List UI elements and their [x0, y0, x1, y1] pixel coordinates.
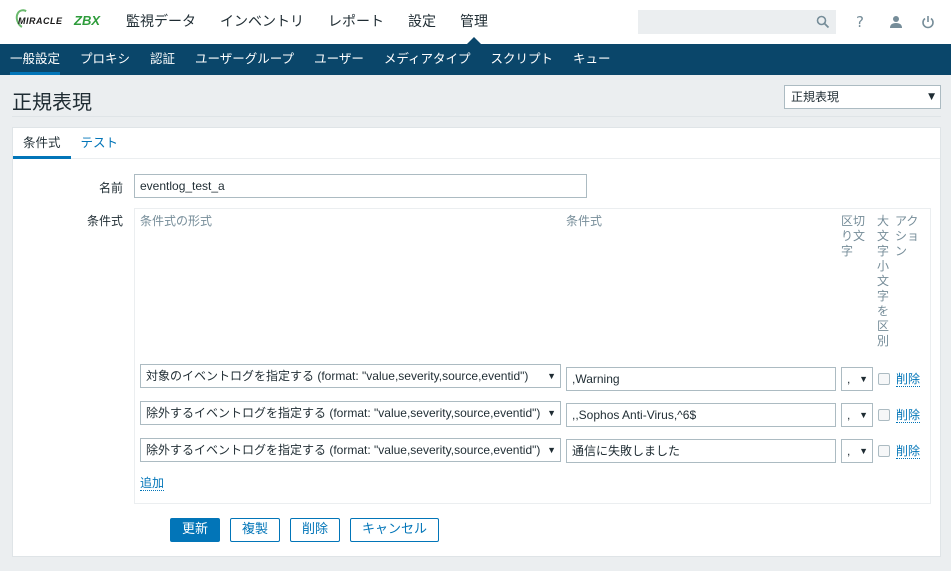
expression-type-select[interactable]: 除外するイベントログを指定する (format: "value,severity…	[140, 438, 561, 462]
chevron-down-icon: ▼	[859, 410, 868, 420]
main-nav-monitoring[interactable]: 監視データ	[114, 0, 208, 44]
chevron-down-icon: ▼	[859, 374, 868, 384]
delimiter-select[interactable]: , ▼	[841, 403, 873, 427]
page-type-select[interactable]: 正規表現 ▼	[784, 85, 941, 109]
search-icon[interactable]	[816, 15, 830, 29]
delimiter-value: ,	[847, 408, 851, 422]
tab-expressions[interactable]: 条件式	[13, 128, 71, 159]
expression-type-value: 対象のイベントログを指定する (format: "value,severity,…	[146, 369, 529, 383]
content-panel: 条件式 テスト 名前 eventlog_test_a 条件式 条件式の形式 条件…	[12, 127, 941, 557]
column-header-case-sensitive: 大文字小文字を区別	[877, 214, 890, 348]
chevron-down-icon: ▼	[547, 445, 556, 455]
top-header: MIRACLE ZBX 監視データ インベントリ レポート 設定 管理 ?	[0, 0, 951, 44]
delimiter-value: ,	[847, 444, 851, 458]
column-header-action: アクション	[895, 214, 920, 258]
remove-link[interactable]: 削除	[896, 372, 921, 387]
page-title: 正規表現	[12, 90, 92, 114]
expression-input[interactable]: 通信に失敗しました	[566, 439, 836, 463]
case-sensitive-checkbox[interactable]	[878, 445, 890, 457]
chevron-down-icon: ▼	[547, 408, 556, 418]
expression-input[interactable]: ,,Sophos Anti-Virus,^6$	[566, 403, 836, 427]
main-nav-reports[interactable]: レポート	[316, 0, 396, 44]
search-input[interactable]	[638, 10, 836, 34]
add-expression-link[interactable]: 追加	[140, 476, 165, 491]
expression-type-value: 除外するイベントログを指定する (format: "value,severity…	[146, 443, 541, 457]
logo-text: MIRACLE	[18, 16, 63, 26]
name-input[interactable]: eventlog_test_a	[134, 174, 587, 198]
expressions-table: 条件式の形式 条件式 区切り文字 大文字小文字を区別 アクション 対象のイベント…	[134, 208, 931, 504]
sub-nav: 一般設定 プロキシ 認証 ユーザーグループ ユーザー メディアタイプ スクリプト…	[0, 44, 951, 75]
user-icon[interactable]	[886, 12, 906, 32]
clone-button[interactable]: 複製	[230, 518, 280, 542]
sub-nav-users[interactable]: ユーザー	[304, 44, 374, 75]
case-sensitive-checkbox[interactable]	[878, 373, 890, 385]
sub-nav-user-groups[interactable]: ユーザーグループ	[185, 44, 304, 75]
chevron-down-icon: ▼	[928, 92, 935, 102]
expression-type-select[interactable]: 除外するイベントログを指定する (format: "value,severity…	[140, 401, 561, 425]
main-nav-administration[interactable]: 管理	[448, 0, 500, 44]
case-sensitive-checkbox[interactable]	[878, 409, 890, 421]
main-nav: 監視データ インベントリ レポート 設定 管理	[114, 0, 500, 44]
expressions-label: 条件式	[86, 214, 123, 228]
sub-nav-scripts[interactable]: スクリプト	[480, 44, 563, 75]
chevron-down-icon: ▼	[859, 446, 868, 456]
power-icon[interactable]	[918, 12, 938, 32]
expression-type-value: 除外するイベントログを指定する (format: "value,severity…	[146, 406, 541, 420]
sub-nav-general[interactable]: 一般設定	[0, 44, 70, 75]
column-header-expression: 条件式	[566, 214, 603, 228]
expression-type-select[interactable]: 対象のイベントログを指定する (format: "value,severity,…	[140, 364, 561, 388]
page-type-select-value: 正規表現	[791, 90, 840, 104]
chevron-down-icon: ▼	[547, 371, 556, 381]
sub-nav-media-types[interactable]: メディアタイプ	[374, 44, 481, 75]
title-divider	[12, 116, 941, 117]
expression-input[interactable]: ,Warning	[566, 367, 836, 391]
column-header-type: 条件式の形式	[140, 214, 213, 228]
name-label: 名前	[98, 181, 123, 195]
tab-test[interactable]: テスト	[71, 128, 129, 158]
remove-link[interactable]: 削除	[896, 444, 921, 459]
delimiter-value: ,	[847, 372, 851, 386]
help-icon[interactable]: ?	[850, 12, 870, 32]
delimiter-select[interactable]: , ▼	[841, 439, 873, 463]
delete-button[interactable]: 削除	[290, 518, 340, 542]
main-nav-configuration[interactable]: 設定	[396, 0, 448, 44]
delimiter-select[interactable]: , ▼	[841, 367, 873, 391]
sub-nav-authentication[interactable]: 認証	[140, 44, 185, 75]
sub-nav-proxies[interactable]: プロキシ	[70, 44, 140, 75]
main-nav-inventory[interactable]: インベントリ	[208, 0, 316, 44]
update-button[interactable]: 更新	[170, 518, 220, 542]
logo-text-zbx: ZBX	[74, 13, 100, 28]
remove-link[interactable]: 削除	[896, 408, 921, 423]
column-header-delimiter: 区切り文字	[841, 214, 866, 258]
cancel-button[interactable]: キャンセル	[350, 518, 439, 542]
tab-bar: 条件式 テスト	[13, 128, 940, 159]
sub-nav-queue[interactable]: キュー	[563, 44, 621, 75]
logo[interactable]: MIRACLE ZBX	[13, 6, 102, 33]
